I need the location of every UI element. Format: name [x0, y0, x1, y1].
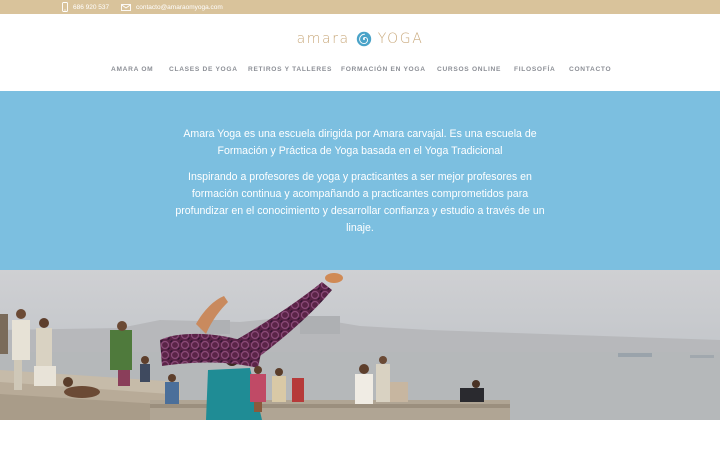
phone-icon	[62, 2, 68, 12]
hero-photo	[0, 270, 720, 420]
intro-paragraph-1: Amara Yoga es una escuela dirigida por A…	[183, 128, 537, 157]
top-contact-bar: 686 920 537 contacto@amaraomyoga.com	[0, 0, 720, 14]
yoga-ghats-photo	[0, 270, 720, 420]
nav-item-clases-de-yoga[interactable]: CLASES DE YOGA	[169, 66, 238, 73]
nav-item-filosofia[interactable]: FILOSOFÍA	[514, 66, 555, 73]
email-address: contacto@amaraomyoga.com	[136, 3, 223, 11]
logo-word-yoga: YOGA	[377, 31, 424, 47]
site-logo[interactable]: amara YOGA	[0, 28, 720, 50]
nav-item-retiros-y-talleres[interactable]: RETIROS Y TALLERES	[248, 66, 332, 73]
intro-paragraph-2: Inspirando a profesores de yoga y practi…	[175, 171, 545, 234]
phone-link[interactable]: 686 920 537	[62, 0, 109, 14]
nav-item-cursos-online[interactable]: CURSOS ONLINE	[437, 66, 501, 73]
nav-item-amara-om[interactable]: AMARA OM	[111, 66, 153, 73]
nav-item-formacion-en-yoga[interactable]: FORMACIÓN EN YOGA	[341, 66, 426, 73]
email-link[interactable]: contacto@amaraomyoga.com	[121, 0, 223, 14]
logo-word-amara: amara	[296, 31, 350, 47]
nav-item-contacto[interactable]: CONTACTO	[569, 66, 611, 73]
envelope-icon	[121, 3, 131, 11]
main-navigation: AMARA OM CLASES DE YOGA RETIROS Y TALLER…	[0, 66, 720, 76]
spiral-icon	[356, 31, 371, 47]
phone-number: 686 920 537	[73, 3, 110, 11]
intro-section: Amara Yoga es una escuela dirigida por A…	[0, 91, 720, 270]
